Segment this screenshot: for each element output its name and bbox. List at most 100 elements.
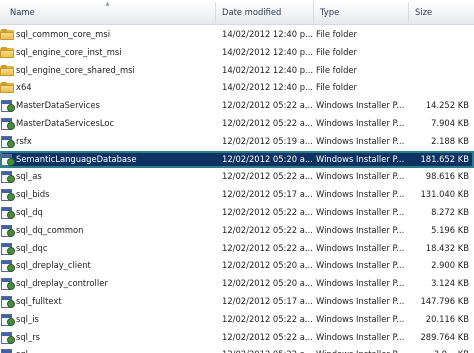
file-name: sql_rs: [16, 331, 41, 342]
installer-package-icon: [0, 331, 16, 345]
file-type: Windows Installer P...: [314, 346, 409, 353]
installer-package-icon: [0, 224, 16, 238]
file-date-modified: 14/02/2012 12:40 p...: [222, 46, 314, 57]
file-name-cell[interactable]: sql_dq_common: [0, 222, 216, 240]
column-header-name[interactable]: Name: [4, 0, 214, 25]
folder-icon: [0, 46, 14, 58]
file-size: 5.196 KB: [431, 224, 469, 235]
file-row[interactable]: sql_dqc 12/02/2012 05:22 a... Windows Inst…: [0, 240, 474, 258]
file-date-modified: 12/02/2012 05:22 a...: [222, 171, 313, 182]
file-size: 98.616 KB: [425, 171, 469, 182]
file-type: Windows Installer P...: [316, 242, 405, 253]
file-row[interactable]: sql_dq_common 12/02/2012 05:22 a... Window…: [0, 222, 474, 240]
installer-package-icon: [0, 206, 16, 220]
file-name-cell[interactable]: MasterDataServicesLoc: [0, 115, 216, 133]
file-date-modified: 12/02/2012 05:22 a...: [222, 242, 313, 253]
file-size: [409, 44, 471, 62]
file-name: MasterDataServicesLoc: [16, 117, 115, 128]
file-date-modified: 12/02/2012 05:22 a...: [222, 117, 313, 128]
file-date-modified: 12/02/2012 05:22 a...: [222, 206, 313, 217]
file-row[interactable]: MasterDataServicesLoc 12/02/2012 05:22 a.…: [0, 115, 474, 133]
file-name: sql_fulltext: [16, 295, 62, 306]
file-name-cell[interactable]: sql_dqc: [0, 240, 216, 258]
file-date-modified: 12/02/2012 05:22 a...: [216, 346, 314, 353]
file-name: sql_engine_core_inst_msi: [16, 46, 122, 57]
file-size: 8.272 KB: [431, 206, 469, 217]
file-row[interactable]: sql_as 12/02/2012 05:22 a... Windows Insta…: [0, 168, 474, 186]
file-name-cell[interactable]: sql_rs: [0, 329, 216, 347]
file-row[interactable]: sql_engine_core_inst_msi 14/02/2012 12:40…: [0, 44, 474, 62]
file-row[interactable]: sql_rs 12/02/2012 05:22 a... Windows Insta…: [0, 329, 474, 347]
file-row[interactable]: sql_fulltext 12/02/2012 05:17 a... Windows…: [0, 293, 474, 311]
file-type: Windows Installer P...: [316, 171, 405, 182]
column-header-size[interactable]: Size: [409, 0, 474, 25]
file-name-cell[interactable]: sql_fulltext: [0, 293, 216, 311]
file-date-modified: 14/02/2012 12:40 p...: [222, 29, 314, 39]
file-name: rsfx: [16, 135, 32, 146]
installer-package-icon: [0, 135, 16, 149]
file-row[interactable]: sql_... 12/02/2012 05:22 a...Windows Inst…: [0, 346, 474, 353]
file-type: File folder: [316, 64, 357, 75]
file-row[interactable]: rsfx 12/02/2012 05:19 a... Windows Install…: [0, 133, 474, 151]
folder-icon: [0, 64, 14, 76]
folder-icon: [0, 82, 14, 94]
file-row[interactable]: sql_is 12/02/2012 05:22 a... Windows Insta…: [0, 311, 474, 329]
file-size: 2.188 KB: [431, 135, 469, 146]
file-name-cell[interactable]: sql_common_core_msi: [0, 26, 216, 44]
file-size: [409, 79, 471, 97]
file-type: Windows Installer P...: [316, 189, 405, 200]
file-name-cell[interactable]: sql_is: [0, 311, 216, 329]
file-row[interactable]: sql_dreplay_client 12/02/2012 05:20 a... W…: [0, 257, 474, 275]
file-name: sql_engine_core_shared_msi: [16, 64, 135, 75]
file-name-cell[interactable]: MasterDataServices: [0, 97, 216, 115]
file-type: File folder: [316, 46, 357, 57]
file-name-cell[interactable]: SemanticLanguageDatabase: [0, 151, 216, 169]
file-name: sql_is: [16, 313, 39, 324]
column-header-type[interactable]: Type: [314, 0, 408, 25]
file-name-cell[interactable]: rsfx: [0, 133, 216, 151]
file-size: 14.252 KB: [425, 100, 469, 111]
installer-package-icon: [0, 242, 16, 256]
file-row[interactable]: sql_engine_core_shared_msi 14/02/2012 12:…: [0, 62, 474, 80]
installer-package-icon: [0, 295, 16, 309]
file-type: Windows Installer P...: [316, 260, 405, 271]
file-size: 147.796 KB: [420, 295, 469, 306]
file-name-cell[interactable]: sql_bids: [0, 186, 216, 204]
file-row[interactable]: MasterDataServices 12/02/2012 05:22 a... W…: [0, 97, 474, 115]
file-name-cell[interactable]: sql_dreplay_controller: [0, 275, 216, 293]
file-size: 3.9... KB: [409, 346, 471, 353]
installer-package-icon: [0, 277, 16, 291]
file-name-cell[interactable]: sql_engine_core_inst_msi: [0, 44, 216, 62]
file-row[interactable]: sql_dreplay_controller 12/02/2012 05:20 a…: [0, 275, 474, 293]
file-row-selected[interactable]: SemanticLanguageDatabase 12/02/2012 05:20…: [0, 150, 474, 169]
file-name-cell[interactable]: sql_...: [0, 346, 216, 353]
file-size: 3.124 KB: [431, 278, 469, 289]
column-header-date-modified[interactable]: Date modified: [216, 0, 313, 25]
file-date-modified: 12/02/2012 05:22 a...: [222, 331, 313, 342]
file-date-modified: 12/02/2012 05:22 a...: [222, 100, 313, 111]
file-type: Windows Installer P...: [316, 135, 405, 146]
file-row[interactable]: sql_bids 12/02/2012 05:17 a... Windows Ins…: [0, 186, 474, 204]
file-date-modified: 12/02/2012 05:20 a...: [222, 278, 313, 289]
file-date-modified: 12/02/2012 05:17 a...: [222, 189, 313, 200]
file-row[interactable]: x64 14/02/2012 12:40 p... File folder: [0, 79, 474, 97]
file-size: 7.904 KB: [431, 117, 469, 128]
file-type: Windows Installer P...: [316, 331, 405, 342]
installer-package-icon: [0, 259, 16, 273]
file-name-cell[interactable]: x64: [0, 79, 216, 97]
installer-package-icon: [0, 313, 16, 327]
file-type: Windows Installer P...: [316, 117, 405, 128]
file-name-cell[interactable]: sql_engine_core_shared_msi: [0, 62, 216, 80]
file-name-cell[interactable]: sql_as: [0, 168, 216, 186]
file-name: sql_dreplay_client: [16, 260, 91, 271]
file-row[interactable]: sql_dq 12/02/2012 05:22 a... Windows Insta…: [0, 204, 474, 222]
file-name: sql_as: [16, 171, 42, 182]
file-list: sql_common_core_msi 14/02/2012 12:40 p...…: [0, 26, 474, 353]
file-row[interactable]: sql_common_core_msi 14/02/2012 12:40 p...…: [0, 26, 474, 44]
file-name-cell[interactable]: sql_dreplay_client: [0, 257, 216, 275]
file-date-modified: 12/02/2012 05:20 a...: [222, 260, 313, 271]
file-date-modified: 12/02/2012 05:17 a...: [222, 295, 313, 306]
file-name: sql_dq_common: [16, 224, 84, 235]
file-name-cell[interactable]: sql_dq: [0, 204, 216, 222]
file-type: Windows Installer P...: [316, 278, 405, 289]
